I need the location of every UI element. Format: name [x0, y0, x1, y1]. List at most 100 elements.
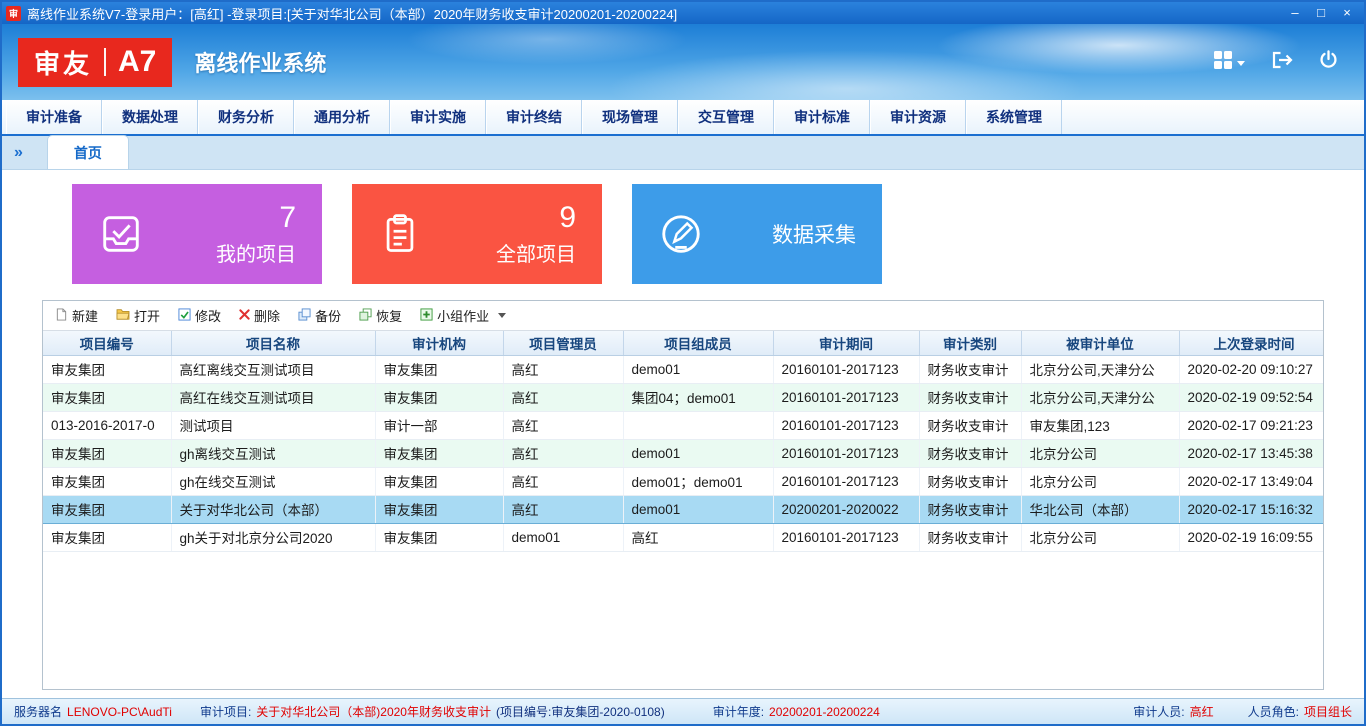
table-row[interactable]: 审友集团高红离线交互测试项目审友集团高红demo0120160101-20171… — [43, 355, 1323, 383]
table-row[interactable]: 013-2016-2017-0测试项目审计一部高红20160101-201712… — [43, 411, 1323, 439]
table-cell: 20160101-2017123 — [773, 439, 919, 467]
table-cell: 高红 — [503, 467, 623, 495]
logout-icon[interactable] — [1271, 50, 1293, 75]
restore-button[interactable]: 恢复 — [359, 306, 402, 325]
toolbar-button-label: 小组作业 — [437, 306, 489, 325]
table-row[interactable]: 审友集团gh离线交互测试审友集团高红demo0120160101-2017123… — [43, 439, 1323, 467]
column-header[interactable]: 审计机构 — [375, 331, 503, 355]
table-cell: 2020-02-17 13:49:04 — [1179, 467, 1323, 495]
table-cell: 北京分公司,天津分公 — [1021, 383, 1179, 411]
toolbar-button-label: 修改 — [195, 306, 221, 325]
table-cell: 20160101-2017123 — [773, 467, 919, 495]
column-header[interactable]: 上次登录时间 — [1179, 331, 1323, 355]
table-cell: 北京分公司,天津分公 — [1021, 355, 1179, 383]
tab-home[interactable]: 首页 — [47, 135, 129, 169]
table-cell: 审友集团 — [375, 467, 503, 495]
pencil-circle-icon — [658, 211, 704, 257]
menu-tab-general-analysis[interactable]: 通用分析 — [294, 100, 390, 134]
table-header-row: 项目编号项目名称审计机构项目管理员项目组成员审计期间审计类别被审计单位上次登录时… — [43, 331, 1323, 355]
menu-tab-financial-analysis[interactable]: 财务分析 — [198, 100, 294, 134]
close-button[interactable]: × — [1334, 3, 1360, 23]
status-year: 审计年度: 20200201-20200224 — [713, 703, 880, 720]
minimize-button[interactable]: – — [1282, 3, 1308, 23]
menu-tab-system-management[interactable]: 系统管理 — [966, 100, 1062, 134]
table-cell: 关于对华北公司（本部） — [171, 495, 375, 523]
table-cell: 2020-02-17 15:16:32 — [1179, 495, 1323, 523]
status-server: 服务器名 LENOVO-PC\AudTi — [14, 703, 172, 720]
menu-tab-data-processing[interactable]: 数据处理 — [102, 100, 198, 134]
menu-tab-audit-implementation[interactable]: 审计实施 — [390, 100, 486, 134]
menu-tab-audit-conclusion[interactable]: 审计终结 — [486, 100, 582, 134]
group-grid-icon — [420, 308, 433, 324]
table-cell: 高红 — [503, 439, 623, 467]
card-all-projects[interactable]: 9全部项目 — [352, 184, 602, 284]
menu-tab-interaction-management[interactable]: 交互管理 — [678, 100, 774, 134]
table-cell — [623, 411, 773, 439]
apps-grid-icon[interactable] — [1213, 50, 1245, 75]
table-cell: 财务收支审计 — [919, 439, 1021, 467]
open-button[interactable]: 打开 — [116, 306, 160, 325]
maximize-button[interactable]: □ — [1308, 3, 1334, 23]
table-cell: 高红 — [503, 411, 623, 439]
column-header[interactable]: 审计期间 — [773, 331, 919, 355]
table-body: 审友集团高红离线交互测试项目审友集团高红demo0120160101-20171… — [43, 355, 1323, 551]
table-cell: 审友集团 — [375, 495, 503, 523]
brand: 审友 A7 离线作业系统 — [18, 38, 326, 87]
menu-tab-site-management[interactable]: 现场管理 — [582, 100, 678, 134]
column-header[interactable]: 项目名称 — [171, 331, 375, 355]
clipboard-icon — [378, 212, 422, 256]
table-cell: demo01；demo01 — [623, 467, 773, 495]
table-row[interactable]: 审友集团关于对华北公司（本部）审友集团高红demo0120200201-2020… — [43, 495, 1323, 523]
menu-tab-audit-resources[interactable]: 审计资源 — [870, 100, 966, 134]
table-cell: 高红离线交互测试项目 — [171, 355, 375, 383]
status-auditor: 审计人员: 高红 — [1133, 703, 1213, 720]
card-texts: 7我的项目 — [144, 201, 296, 267]
table-cell: 财务收支审计 — [919, 411, 1021, 439]
table-cell: 高红 — [623, 523, 773, 551]
backup-button[interactable]: 备份 — [298, 306, 341, 325]
table-cell: demo01 — [623, 495, 773, 523]
role-value: 项目组长 — [1304, 703, 1352, 720]
table-row[interactable]: 审友集团高红在线交互测试项目审友集团高红集团04；demo0120160101-… — [43, 383, 1323, 411]
toolbar-button-label: 恢复 — [376, 306, 402, 325]
projects-table: 项目编号项目名称审计机构项目管理员项目组成员审计期间审计类别被审计单位上次登录时… — [43, 331, 1323, 552]
project-code: (项目编号:审友集团-2020-0108) — [496, 703, 665, 720]
card-data-collection[interactable]: 数据采集 — [632, 184, 882, 284]
tab-strip: » 首页 — [2, 136, 1364, 170]
column-header[interactable]: 被审计单位 — [1021, 331, 1179, 355]
new-button[interactable]: 新建 — [55, 306, 98, 325]
card-label: 数据采集 — [772, 219, 856, 249]
table-cell: 2020-02-17 09:21:23 — [1179, 411, 1323, 439]
table-cell: 审友集团 — [43, 523, 171, 551]
table-cell: 审计一部 — [375, 411, 503, 439]
table-cell: 财务收支审计 — [919, 355, 1021, 383]
project-value: 关于对华北公司（本部)2020年财务收支审计 — [256, 703, 491, 720]
table-cell: 审友集团 — [43, 383, 171, 411]
role-label: 人员角色: — [1248, 703, 1299, 720]
menu-tab-audit-standards[interactable]: 审计标准 — [774, 100, 870, 134]
table-cell: 2020-02-19 09:52:54 — [1179, 383, 1323, 411]
card-count: 7 — [144, 201, 296, 236]
table-row[interactable]: 审友集团gh在线交互测试审友集团高红demo01；demo0120160101-… — [43, 467, 1323, 495]
column-header[interactable]: 审计类别 — [919, 331, 1021, 355]
modify-button[interactable]: 修改 — [178, 306, 221, 325]
column-header[interactable]: 项目管理员 — [503, 331, 623, 355]
table-cell: demo01 — [623, 355, 773, 383]
column-header[interactable]: 项目编号 — [43, 331, 171, 355]
sidebar-collapse-button[interactable]: » — [10, 144, 31, 169]
auditor-value: 高红 — [1190, 703, 1214, 720]
power-icon[interactable] — [1319, 50, 1338, 74]
card-my-projects[interactable]: 7我的项目 — [72, 184, 322, 284]
table-cell: 审友集团 — [375, 439, 503, 467]
window-controls: – □ × — [1282, 3, 1360, 23]
backup-icon — [298, 308, 311, 324]
caret-down-icon[interactable] — [498, 313, 506, 318]
projects-table-wrap: 项目编号项目名称审计机构项目管理员项目组成员审计期间审计类别被审计单位上次登录时… — [43, 331, 1323, 689]
delete-button[interactable]: 删除 — [239, 306, 280, 325]
table-row[interactable]: 审友集团gh关于对北京分公司2020审友集团demo01高红20160101-2… — [43, 523, 1323, 551]
brand-logo: 审友 A7 — [18, 38, 172, 87]
menu-tab-audit-preparation[interactable]: 审计准备 — [6, 100, 102, 134]
table-cell: 财务收支审计 — [919, 495, 1021, 523]
column-header[interactable]: 项目组成员 — [623, 331, 773, 355]
group-work-button[interactable]: 小组作业 — [420, 306, 506, 325]
